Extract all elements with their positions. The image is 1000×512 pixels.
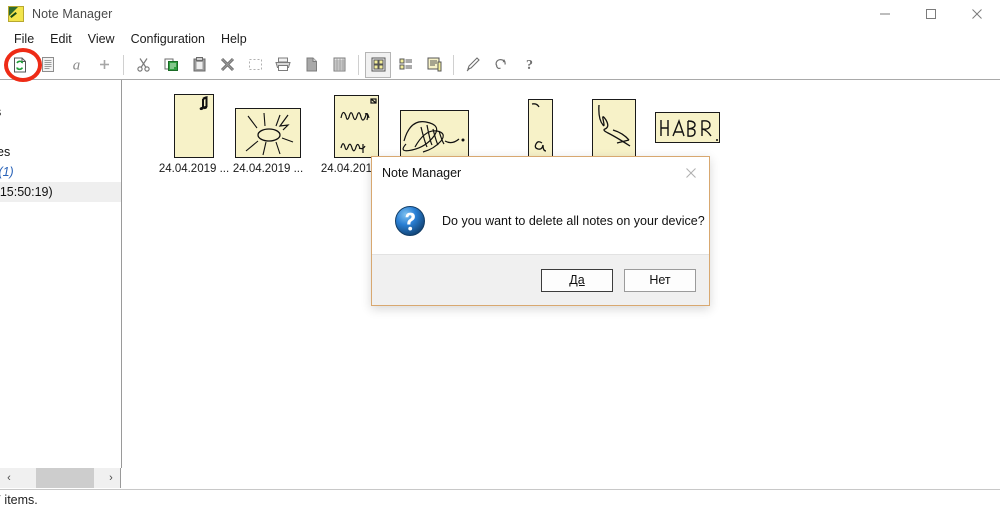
scroll-left-arrow-icon[interactable]: ‹ [0,468,18,488]
note-thumbnail-4[interactable] [394,110,474,161]
note-thumbnail-5[interactable] [500,99,580,157]
note-label: 24.04.2019 ... [232,163,304,175]
dialog-yes-button[interactable]: Да [541,268,613,292]
tree-item-deleted-items[interactable]: Deleted Items [0,122,121,142]
note-thumbnail-1[interactable]: 24.04.2019 ... [154,94,234,175]
scroll-right-arrow-icon[interactable]: › [102,468,120,488]
text-format-button[interactable]: a [63,52,89,78]
tree-item-device-session[interactable]: (24.04.2019 - 15:50:19) [0,182,121,202]
question-icon [394,205,426,237]
tree-item-notes[interactable]: Notes (6) [0,82,121,102]
menu-item-help[interactable]: Help [213,30,255,48]
menu-item-edit[interactable]: Edit [42,30,80,48]
view-details-button[interactable] [421,52,447,78]
folder-tree-sidebar[interactable]: Notes (6) Miscellaneous Deleted Items Re… [0,80,122,468]
copy-button[interactable] [158,52,184,78]
paste-button[interactable] [186,52,212,78]
svg-text:?: ? [526,58,533,73]
dialog-yes-label: Да [569,273,585,287]
delete-button[interactable] [214,52,240,78]
minimize-button[interactable] [862,0,908,28]
sync-notes-button[interactable] [7,52,33,78]
note-thumbnail-6[interactable] [574,99,654,157]
status-item-count: 7 items. [0,493,38,507]
toolbar-separator [358,54,359,75]
tree-item-label: Received Notes [0,145,11,159]
export-button[interactable] [326,52,352,78]
musical-note-corner-sketch [199,96,208,111]
cut-button[interactable] [130,52,156,78]
scrollbar-track[interactable] [18,468,102,488]
handwriting-two-lines-sketch [339,98,377,153]
svg-text:a: a [72,58,80,74]
status-bar: 7 items. [0,489,1000,512]
rotate-button[interactable] [488,52,514,78]
window-controls [862,0,1000,28]
select-all-button[interactable] [242,52,268,78]
tree-item-label: Miscellaneous [0,105,1,119]
tree-item-label: (24.04.2019 - 15:50:19) [0,185,53,199]
view-large-icons-button[interactable] [365,51,391,78]
sidebar-horizontal-scrollbar[interactable]: ‹ › [0,468,121,488]
menu-item-view[interactable]: View [80,30,123,48]
view-small-icons-button[interactable] [393,52,419,78]
dialog-title-bar: Note Manager [372,157,709,188]
tree-item-mobile-notes[interactable]: Mobile Notes (1) [0,162,121,182]
print-button[interactable] [270,52,296,78]
menu-item-configuration[interactable]: Configuration [123,30,213,48]
close-icon [686,167,696,178]
arrow-zigzag-sketch [598,104,631,147]
letter-a-corner-sketch [531,103,546,152]
habr-text-sketch [659,118,718,141]
maximize-button[interactable] [908,0,954,28]
tree-item-miscellaneous[interactable]: Miscellaneous [0,102,121,122]
dialog-message: Do you want to delete all notes on your … [442,214,705,228]
dialog-close-button[interactable] [673,157,709,188]
close-button[interactable] [954,0,1000,28]
title-bar: Note Manager [0,0,1000,28]
signature-scribble-sketch [402,121,464,153]
edit-note-button[interactable] [460,52,486,78]
dialog-title: Note Manager [382,165,462,180]
dialog-body: Do you want to delete all notes on your … [372,188,709,254]
sun-burst-sketch [245,112,294,156]
note-manager-window: Note Manager File Edit View Configuratio… [0,0,1000,512]
tree-item-contacts[interactable]: Contacts [0,202,121,222]
window-title: Note Manager [32,7,113,21]
menu-bar: File Edit View Configuration Help [0,28,1000,50]
folder-tree: Notes (6) Miscellaneous Deleted Items Re… [0,82,121,242]
toolbar-separator [453,54,454,75]
dialog-no-button[interactable]: Нет [624,268,696,292]
tree-item-received-notes[interactable]: Received Notes [0,142,121,162]
tree-item-count: (1) [0,165,14,179]
dialog-footer: Да Нет [372,254,709,305]
toolbar: a ? [0,50,1000,80]
note-app-icon [8,6,24,22]
scrollbar-thumb[interactable] [36,468,94,488]
help-button[interactable]: ? [516,52,542,78]
new-note-button[interactable] [91,52,117,78]
note-thumbnail-7[interactable] [647,112,727,143]
dialog-no-label: Нет [649,273,671,287]
confirm-delete-dialog: Note Manager Do you want to delete all n… [371,156,710,306]
new-page-button[interactable] [298,52,324,78]
note-thumbnail-2[interactable]: 24.04.2019 ... [228,108,308,175]
tree-item-follow-up[interactable]: Follow up [0,222,121,242]
menu-item-file[interactable]: File [6,30,42,48]
note-label: 24.04.2019 ... [158,163,230,175]
note-details-button[interactable] [35,52,61,78]
toolbar-separator [123,54,124,75]
